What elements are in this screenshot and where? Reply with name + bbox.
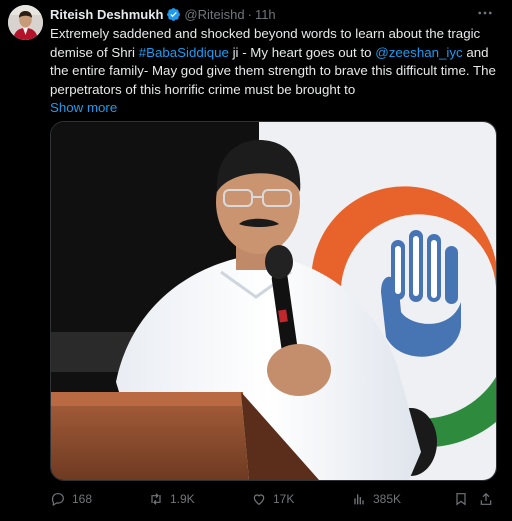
- reply-button[interactable]: 168: [50, 491, 92, 507]
- like-icon: [253, 494, 265, 506]
- reply-icon: [51, 493, 64, 507]
- tweet-card[interactable]: Riteish Deshmukh @Riteishd · 11h Extreme…: [0, 0, 512, 521]
- author-handle[interactable]: @Riteishd: [184, 7, 244, 22]
- like-count: 17K: [273, 492, 295, 506]
- repost-button[interactable]: 1.9K: [148, 491, 195, 507]
- hashtag-link[interactable]: #BabaSiddique: [139, 45, 229, 60]
- view-count: 385K: [373, 492, 402, 506]
- more-options-icon[interactable]: [476, 4, 494, 22]
- share-icon: [480, 492, 492, 505]
- tweet-photo[interactable]: [50, 121, 497, 481]
- views-icon: [354, 494, 364, 505]
- verified-badge-icon: [166, 7, 181, 22]
- bookmark-button[interactable]: [453, 491, 469, 507]
- mention-link[interactable]: @zeeshan_iyc: [375, 45, 462, 60]
- repost-count: 1.9K: [170, 492, 195, 506]
- photo-speaker-at-podium: [51, 122, 496, 480]
- tweet-text-part: ji - My heart goes out to: [228, 44, 376, 60]
- bookmark-icon: [456, 493, 466, 506]
- reply-count: 168: [72, 492, 93, 506]
- repost-icon: [151, 493, 161, 505]
- tweet-text: Extremely saddened and shocked beyond wo…: [50, 25, 500, 118]
- avatar[interactable]: [8, 5, 43, 40]
- avatar-image: [8, 5, 43, 40]
- action-bar: 168 1.9K 17K 385K: [50, 487, 500, 511]
- share-button[interactable]: [478, 491, 494, 507]
- show-more-link[interactable]: Show more: [50, 100, 117, 115]
- views-button[interactable]: 385K: [351, 491, 401, 507]
- separator-dot: ·: [247, 6, 252, 22]
- author-name[interactable]: Riteish Deshmukh: [50, 7, 163, 22]
- timestamp[interactable]: 11h: [255, 7, 276, 22]
- like-button[interactable]: 17K: [251, 491, 294, 507]
- tweet-header: Riteish Deshmukh @Riteishd · 11h: [50, 6, 504, 22]
